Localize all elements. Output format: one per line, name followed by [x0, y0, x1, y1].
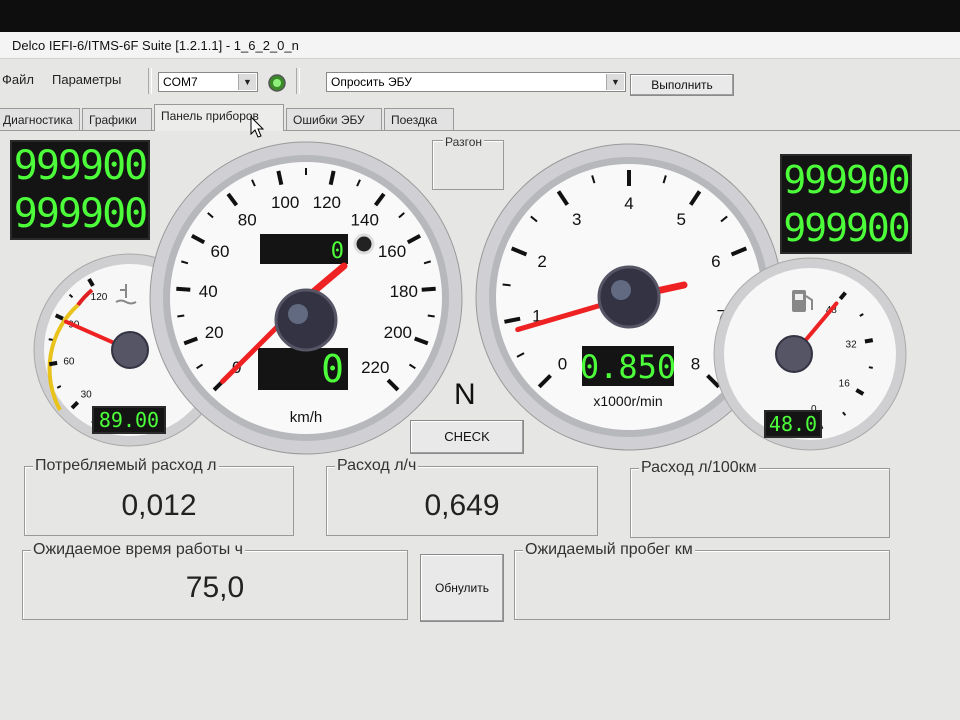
fuel-tick-4	[864, 338, 874, 344]
menu-bar: Файл Параметры COM7 ▼ Опросить ЭБУ ▼ Вып…	[0, 62, 960, 96]
odometer-right: 999900 999900	[780, 154, 912, 254]
speed-tick-18	[421, 286, 436, 292]
speed-tick-3	[177, 314, 185, 318]
consumed-label: Потребляемый расход л	[33, 457, 219, 475]
consumed-panel: Потребляемый расход л 0,012	[24, 457, 294, 536]
temp-tick-label-120: 120	[91, 292, 108, 303]
speedometer: 020406080100120140160180200220 0 0 km/h	[149, 141, 463, 455]
fuel-tick-label-32: 32	[846, 339, 858, 350]
mileage-label: Ожидаемый пробег км	[523, 541, 695, 559]
menu-params[interactable]: Параметры	[52, 72, 121, 87]
rpm-tick-label-3: 3	[572, 210, 581, 229]
window-title: Delco IEFI-6/ITMS-6F Suite [1.2.1.1] - 1…	[12, 38, 299, 53]
speed-tick-label-200: 200	[384, 323, 412, 342]
odometer-left-line2: 999900	[13, 191, 149, 237]
temp-tick-4	[48, 360, 58, 367]
indicator-dot-icon	[353, 233, 375, 255]
speed-tick-label-220: 220	[361, 358, 389, 377]
toolbar-separator	[296, 68, 300, 94]
speed-tick-label-140: 140	[351, 210, 379, 229]
speed-tick-label-60: 60	[211, 242, 230, 261]
rate-hour-panel: Расход л/ч 0,649	[326, 457, 598, 536]
rpm-tick-label-2: 2	[537, 252, 546, 271]
speed-small-display: 0	[331, 239, 344, 264]
accel-box: Разгон	[432, 135, 504, 190]
rpm-display: 0.850	[580, 348, 676, 386]
tab-strip: Диагностика Графики Панель приборов Ошиб…	[0, 104, 960, 131]
rate-100km-label: Расход л/100км	[639, 459, 759, 477]
speed-big-display: 0	[321, 347, 344, 391]
title-bar: Delco IEFI-6/ITMS-6F Suite [1.2.1.1] - 1…	[0, 32, 960, 59]
port-value: COM7	[163, 75, 198, 89]
toolbar-separator	[148, 68, 152, 94]
consumed-value: 0,012	[121, 489, 197, 522]
accel-label: Разгон	[443, 135, 485, 149]
rpm-tick-label-5: 5	[676, 210, 685, 229]
chevron-down-icon[interactable]: ▼	[606, 74, 624, 90]
app-window: Delco IEFI-6/ITMS-6F Suite [1.2.1.1] - 1…	[0, 32, 960, 720]
runtime-label: Ожидаемое время работы ч	[31, 541, 245, 559]
rate-100km-panel: Расход л/100км	[630, 459, 890, 538]
query-value: Опросить ЭБУ	[331, 75, 412, 89]
query-select[interactable]: Опросить ЭБУ ▼	[326, 72, 626, 92]
reset-button[interactable]: Обнулить	[420, 554, 504, 622]
speed-tick-label-180: 180	[390, 282, 418, 301]
runtime-panel: Ожидаемое время работы ч 75,0	[22, 541, 408, 620]
tab-graphs[interactable]: Графики	[82, 108, 152, 130]
port-select[interactable]: COM7 ▼	[158, 72, 258, 92]
tab-ecu-errors[interactable]: Ошибки ЭБУ	[286, 108, 382, 130]
temperature-hub	[111, 331, 149, 369]
odometer-right-line1: 999900	[783, 158, 910, 202]
rpm-tick-label-0: 0	[558, 354, 567, 373]
speed-tick-label-100: 100	[271, 193, 299, 212]
runtime-value: 75,0	[185, 571, 245, 604]
rpm-hub	[597, 265, 661, 329]
chevron-down-icon[interactable]: ▼	[238, 74, 256, 90]
fuel-tick-label-16: 16	[839, 379, 851, 390]
mouse-cursor-icon	[250, 116, 265, 138]
fuel-hub	[775, 335, 813, 373]
connection-status-icon	[268, 74, 286, 92]
execute-button[interactable]: Выполнить	[630, 74, 734, 96]
temp-tick-label-30: 30	[81, 389, 93, 400]
mileage-panel: Ожидаемый пробег км	[514, 541, 890, 620]
odometer-left-line1: 999900	[13, 143, 149, 189]
rpm-tick-label-8: 8	[691, 354, 700, 373]
check-button[interactable]: CHECK	[410, 420, 524, 454]
speed-tick-label-120: 120	[313, 193, 341, 212]
speed-tick-label-20: 20	[205, 323, 224, 342]
rate-hour-label: Расход л/ч	[335, 457, 419, 475]
rpm-tick-label-4: 4	[624, 194, 633, 213]
speed-tick-label-80: 80	[238, 210, 257, 229]
temp-tick-5	[48, 338, 53, 341]
speed-unit: km/h	[290, 409, 323, 426]
temp-tick-label-60: 60	[63, 356, 75, 367]
speed-tick-label-160: 160	[378, 242, 406, 261]
speed-tick-19	[427, 314, 435, 318]
gear-indicator: N	[454, 378, 476, 411]
odometer-right-line2: 999900	[783, 206, 910, 250]
tab-trip[interactable]: Поездка	[384, 108, 454, 130]
fuel-tick-3	[868, 366, 873, 369]
speed-tick-label-40: 40	[199, 282, 218, 301]
tab-diagnostics[interactable]: Диагностика	[0, 108, 80, 130]
speed-tick-4	[176, 286, 191, 292]
rpm-unit: x1000r/min	[593, 393, 662, 409]
rate-hour-value: 0,649	[424, 489, 500, 522]
fuel-display: 48.0	[764, 410, 822, 438]
odometer-left: 999900 999900	[10, 140, 150, 240]
rpm-tick-3	[502, 283, 511, 287]
menu-file[interactable]: Файл	[2, 72, 34, 87]
